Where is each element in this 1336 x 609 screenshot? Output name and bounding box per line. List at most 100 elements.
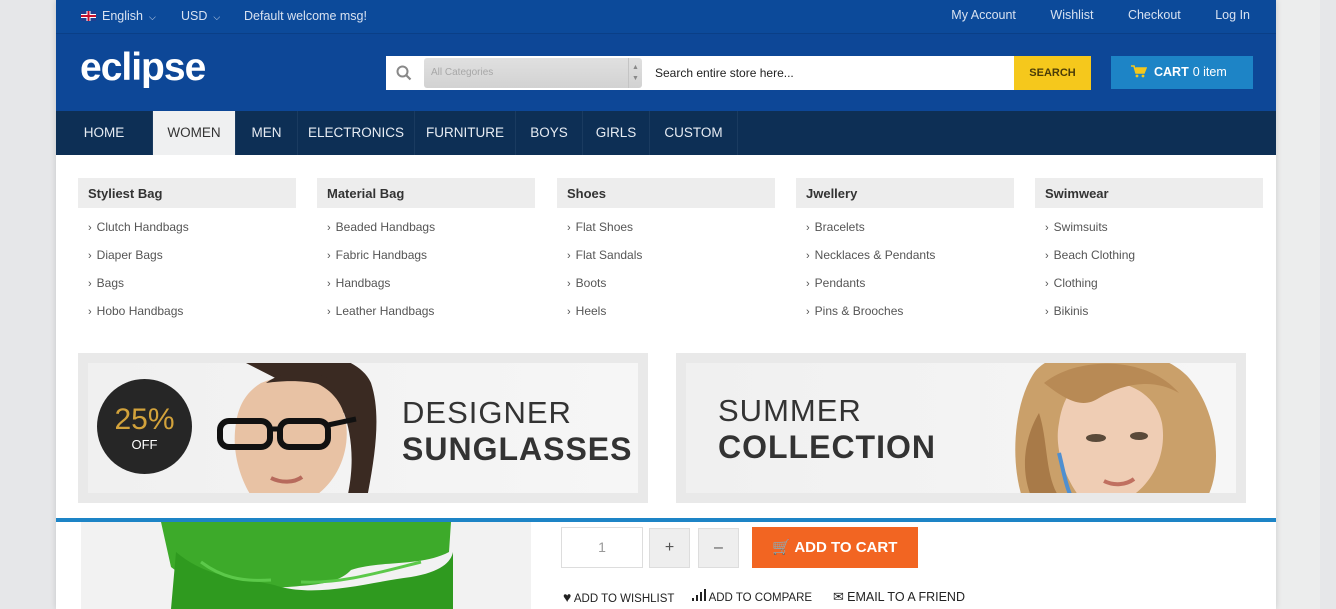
add-to-wishlist-link[interactable]: ♥ ADD TO WISHLIST — [563, 589, 674, 605]
category-select[interactable]: All Categories ▲ ▼ — [424, 58, 642, 88]
menu-item[interactable]: › Necklaces & Pendants — [796, 241, 1014, 269]
menu-item[interactable]: › Flat Sandals — [557, 241, 775, 269]
chevron-right-icon: › — [1045, 250, 1049, 262]
menu-item-label: Flat Shoes — [575, 220, 634, 234]
menu-column-title[interactable]: Styliest Bag — [78, 178, 296, 208]
menu-item[interactable]: › Bikinis — [1035, 297, 1263, 325]
menu-column-material-bag: Material Bag › Beaded Handbags › Fabric Ha… — [317, 178, 535, 325]
menu-item-label: Bracelets — [814, 220, 865, 234]
discount-percent: 25% — [114, 403, 175, 436]
summer-collection-banner[interactable]: SUMMER COLLECTION — [676, 353, 1246, 503]
menu-item[interactable]: › Leather Handbags — [317, 297, 535, 325]
menu-item-label: Beach Clothing — [1053, 248, 1136, 262]
menu-column-title[interactable]: Swimwear — [1035, 178, 1263, 208]
my-account-link[interactable]: My Account — [951, 8, 1016, 22]
menu-bottom-border — [56, 518, 1276, 522]
add-to-compare-link[interactable]: ADD TO COMPARE — [692, 589, 812, 604]
menu-item[interactable]: › Beach Clothing — [1035, 241, 1263, 269]
nav-women[interactable]: WOMEN — [153, 111, 236, 155]
menu-item[interactable]: › Heels — [557, 297, 775, 325]
quantity-minus-button[interactable]: – — [698, 528, 739, 568]
nav-men[interactable]: MEN — [236, 111, 298, 155]
add-to-wishlist-label: ADD TO WISHLIST — [573, 593, 675, 605]
search-bar: All Categories ▲ ▼ Search entire store he… — [386, 56, 1091, 90]
menu-item[interactable]: › Diaper Bags — [78, 241, 296, 269]
model-with-glasses-image — [217, 363, 377, 493]
nav-furniture[interactable]: FURNITURE — [415, 111, 516, 155]
logo[interactable]: eclipse — [80, 46, 206, 90]
quantity-plus-button[interactable]: + — [649, 528, 690, 568]
chevron-right-icon: › — [88, 306, 92, 318]
chevron-right-icon: › — [806, 222, 810, 234]
nav-home[interactable]: HOME — [56, 111, 153, 155]
chevron-right-icon: › — [567, 250, 571, 262]
menu-item[interactable]: › Pendants — [796, 269, 1014, 297]
menu-item-label: Leather Handbags — [335, 304, 435, 318]
uk-flag-icon — [81, 11, 96, 21]
menu-item[interactable]: › Clothing — [1035, 269, 1263, 297]
menu-item-label: Bikinis — [1053, 304, 1089, 318]
menu-item[interactable]: › Boots — [557, 269, 775, 297]
menu-item-label: Beaded Handbags — [335, 220, 436, 234]
currency-selector[interactable]: USD ⌵ — [181, 9, 220, 23]
nav-electronics[interactable]: ELECTRONICS — [298, 111, 415, 155]
cart-label: CART — [1154, 65, 1189, 79]
menu-item[interactable]: › Clutch Handbags — [78, 213, 296, 241]
menu-item[interactable]: › Hobo Handbags — [78, 297, 296, 325]
menu-item[interactable]: › Flat Shoes — [557, 213, 775, 241]
menu-column-stylist-bag: Styliest Bag › Clutch Handbags › Diaper Ba… — [78, 178, 296, 325]
select-arrows-icon: ▲ ▼ — [628, 58, 642, 88]
chevron-right-icon: › — [88, 222, 92, 234]
nav-boys[interactable]: BOYS — [516, 111, 583, 155]
search-icon — [386, 56, 423, 90]
menu-item[interactable]: › Fabric Handbags — [317, 241, 535, 269]
discount-off-label: OFF — [131, 437, 158, 452]
cart-button[interactable]: CART 0 item — [1111, 56, 1253, 89]
menu-column-title[interactable]: Jwellery — [796, 178, 1014, 208]
chevron-right-icon: › — [806, 250, 810, 262]
add-to-cart-button[interactable]: 🛒 ADD TO CART — [752, 527, 918, 568]
currency-label: USD — [181, 9, 208, 23]
welcome-message: Default welcome msg! — [244, 9, 367, 23]
chevron-right-icon: › — [1045, 222, 1049, 234]
menu-item[interactable]: › Bags — [78, 269, 296, 297]
search-input[interactable]: Search entire store here... — [644, 56, 1014, 90]
language-selector[interactable]: English ⌵ — [81, 9, 156, 23]
chevron-right-icon: › — [327, 222, 331, 234]
nav-custom[interactable]: CUSTOM — [650, 111, 738, 155]
checkout-link[interactable]: Checkout — [1128, 8, 1181, 22]
email-to-friend-link[interactable]: ✉ EMAIL TO A FRIEND — [833, 589, 965, 605]
signal-bars-icon — [692, 589, 706, 601]
menu-item[interactable]: › Beaded Handbags — [317, 213, 535, 241]
menu-column-title[interactable]: Material Bag — [317, 178, 535, 208]
blonde-model-image — [1015, 363, 1216, 493]
quantity-input[interactable]: 1 — [561, 527, 643, 568]
product-image[interactable] — [81, 522, 531, 609]
green-dress-image — [161, 522, 453, 609]
sunglasses-promo-banner[interactable]: 25% OFF DESIGNER SUNGLASSES — [78, 353, 648, 503]
main-nav: HOME WOMEN MEN ELECTRONICS FURNITURE BOY… — [56, 111, 1276, 155]
menu-item[interactable]: › Bracelets — [796, 213, 1014, 241]
discount-badge: 25% OFF — [97, 379, 192, 474]
menu-item-label: Diaper Bags — [96, 248, 163, 262]
banner-inner: SUMMER COLLECTION — [686, 363, 1236, 493]
nav-girls[interactable]: GIRLS — [583, 111, 650, 155]
banner-line-2: SUNGLASSES — [402, 431, 633, 467]
chevron-right-icon: › — [567, 306, 571, 318]
chevron-right-icon: › — [1045, 278, 1049, 290]
chevron-down-icon: ⌵ — [149, 12, 156, 22]
wishlist-link[interactable]: Wishlist — [1050, 8, 1093, 22]
chevron-right-icon: › — [327, 278, 331, 290]
menu-item-label: Handbags — [335, 276, 391, 290]
menu-item-label: Clothing — [1053, 276, 1098, 290]
search-button[interactable]: SEARCH — [1014, 56, 1091, 90]
menu-column-title[interactable]: Shoes — [557, 178, 775, 208]
menu-item[interactable]: › Swimsuits — [1035, 213, 1263, 241]
banner-line-1: SUMMER — [718, 393, 862, 428]
login-link[interactable]: Log In — [1215, 8, 1250, 22]
chevron-down-icon: ⌵ — [213, 12, 221, 22]
menu-item[interactable]: › Handbags — [317, 269, 535, 297]
menu-item-label: Boots — [575, 276, 607, 290]
menu-item-label: Flat Sandals — [575, 248, 643, 262]
menu-item[interactable]: › Pins & Brooches — [796, 297, 1014, 325]
